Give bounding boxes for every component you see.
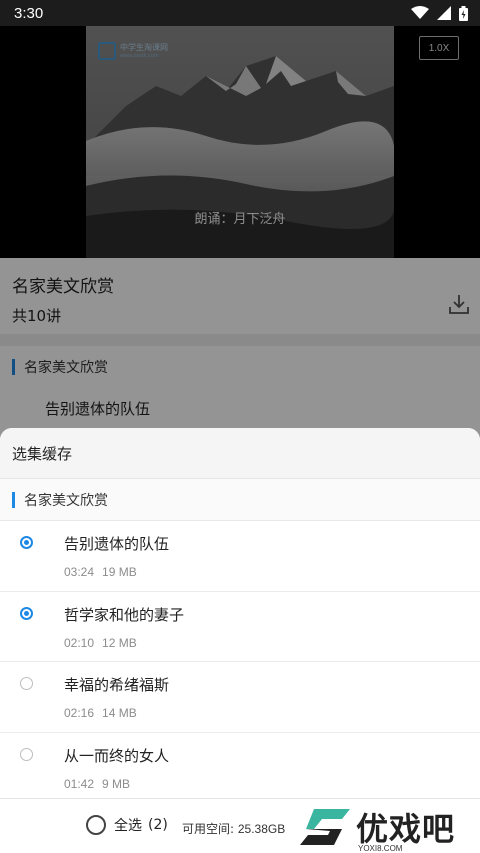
episode-duration: 02:10 [64, 635, 95, 650]
watermark-logo-icon [300, 808, 350, 845]
download-sheet: 选集缓存 名家美文欣赏 告别遗体的队伍 03:24 19 MB 哲学家和他的妻子 … [0, 428, 480, 853]
selected-count: (2) [148, 817, 168, 833]
sheet-title: 选集缓存 [12, 444, 73, 463]
status-icons [411, 5, 468, 21]
storage-info: 可用空间: 25.38GB [182, 820, 285, 837]
watermark-url: YOXI8.COM [358, 844, 403, 853]
episode-duration: 03:24 [64, 565, 95, 579]
storage-label: 可用空间: [182, 822, 235, 836]
select-all-button[interactable]: 全选 (2) [86, 815, 168, 835]
watermark-text: 优戏吧 [356, 809, 456, 848]
status-time: 3:30 [14, 4, 44, 22]
episode-title: 从一而终的女人 [64, 746, 170, 765]
episode-row[interactable]: 告别遗体的队伍 03:24 19 MB [0, 521, 480, 592]
sheet-section-header: 名家美文欣赏 [0, 479, 480, 521]
episode-size: 9 MB [102, 776, 131, 791]
watermark: 优戏吧 YOXI8.COM [298, 800, 480, 853]
select-all-circle-icon[interactable] [86, 815, 106, 835]
episode-row[interactable]: 哲学家和他的妻子 02:10 12 MB [0, 592, 480, 662]
episode-duration: 01:42 [64, 776, 95, 791]
battery-icon [459, 5, 468, 21]
episode-title: 告别遗体的队伍 [64, 535, 170, 553]
radio-checked-icon[interactable] [20, 536, 33, 549]
episode-meta: 01:42 9 MB [64, 777, 130, 791]
episode-size: 12 MB [102, 635, 137, 650]
episode-title: 幸福的希绪福斯 [64, 676, 170, 694]
episode-meta: 03:24 19 MB [64, 565, 137, 579]
status-bar: 3:30 [0, 0, 480, 26]
radio-unchecked-icon[interactable] [20, 747, 33, 761]
radio-checked-icon[interactable] [20, 606, 33, 620]
episode-size: 14 MB [102, 706, 137, 720]
storage-value: 25.38GB [237, 822, 286, 836]
episode-meta: 02:10 12 MB [64, 636, 137, 650]
radio-unchecked-icon[interactable] [20, 677, 33, 690]
episode-row[interactable]: 幸福的希绪福斯 02:16 14 MB [0, 662, 480, 733]
wifi-icon [411, 6, 429, 19]
episode-row[interactable]: 从一而终的女人 01:42 9 MB [0, 733, 480, 803]
sheet-header: 选集缓存 [0, 428, 480, 479]
episode-title: 哲学家和他的妻子 [64, 605, 185, 624]
select-all-label: 全选 [114, 818, 142, 834]
episode-size: 19 MB [102, 565, 137, 579]
signal-icon [437, 6, 451, 20]
episode-meta: 02:16 14 MB [64, 706, 137, 720]
sheet-section-title: 名家美文欣赏 [24, 492, 108, 509]
section-accent-bar [12, 491, 15, 508]
episode-duration: 02:16 [64, 706, 95, 720]
